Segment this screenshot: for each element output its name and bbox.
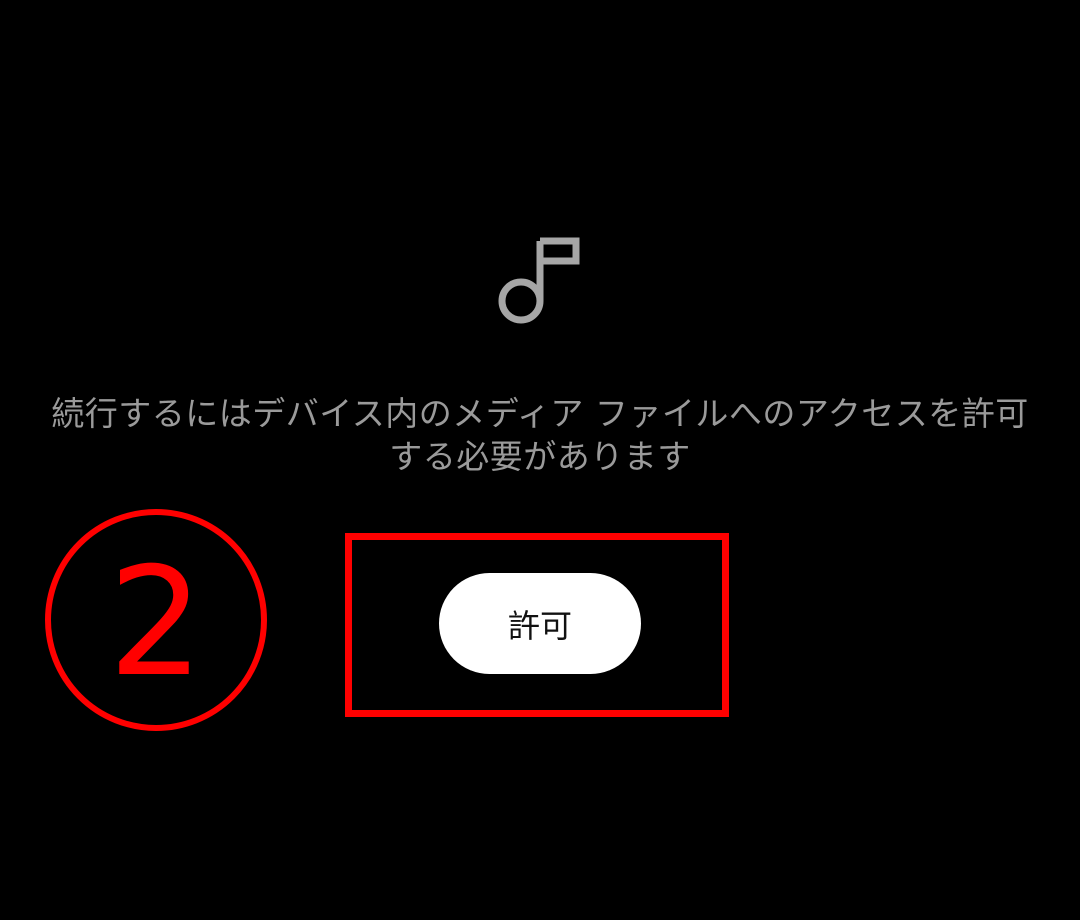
permission-message: 続行するにはデバイス内のメディア ファイルへのアクセスを許可 する必要があります xyxy=(30,392,1050,478)
annotation-step-badge: 2 xyxy=(44,508,268,732)
step-number: 2 xyxy=(108,536,204,710)
permission-message-line-2: する必要があります xyxy=(389,437,691,476)
allow-button[interactable]: 許可 xyxy=(439,573,641,674)
permission-message-line-1: 続行するにはデバイス内のメディア ファイルへのアクセスを許可 xyxy=(51,394,1029,433)
music-note-icon xyxy=(496,234,584,330)
